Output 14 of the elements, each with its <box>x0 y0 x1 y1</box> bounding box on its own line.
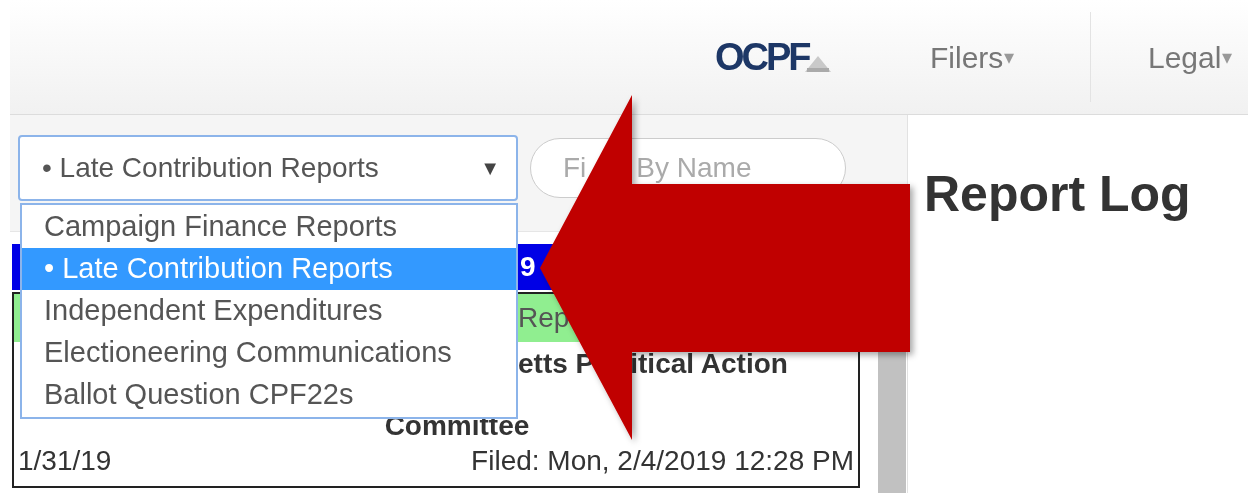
dropdown-option[interactable]: Campaign Finance Reports <box>22 206 516 248</box>
dropdown-option[interactable]: Electioneering Communications <box>22 332 516 374</box>
nav-menu-link[interactable]: Legal▾ <box>1090 12 1233 102</box>
header-bar-text: 9 <box>520 250 536 284</box>
page-heading: Report Log <box>924 165 1191 224</box>
dropdown-option[interactable]: Independent Expenditures <box>22 290 516 332</box>
status-badge-text: Rep <box>518 301 570 335</box>
report-type-select[interactable]: • Late Contribution Reports ▼ <box>18 135 518 201</box>
nav-menu-link[interactable]: Filers▾ <box>930 34 1090 80</box>
caret-icon: ▼ <box>480 153 500 183</box>
report-date: 1/31/19 <box>18 444 112 478</box>
logo-text[interactable]: OCPF <box>715 38 809 76</box>
committee-name-text: itical Action <box>630 347 788 382</box>
filed-date: Filed: Mon, 2/4/2019 12:28 PM <box>471 444 854 478</box>
